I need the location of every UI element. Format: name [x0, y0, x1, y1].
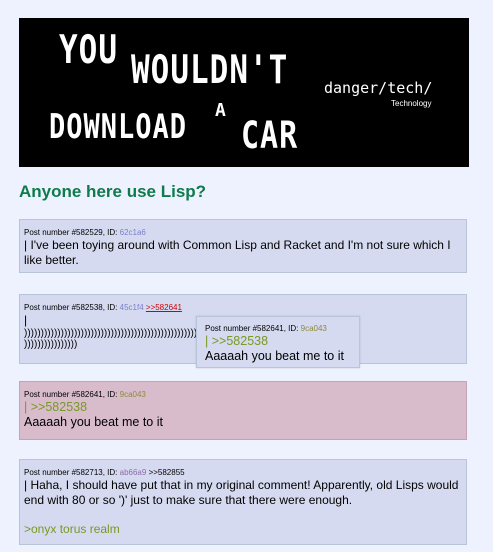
- banner-text-wouldnt: WOULDN'T: [131, 48, 289, 93]
- post-quote: | >>582538: [24, 400, 88, 414]
- quote-link[interactable]: >>582538: [212, 334, 268, 348]
- thread-title: Anyone here use Lisp?: [19, 182, 207, 201]
- post-meta: Post number #582713, ID: ab66a9 >>582855: [24, 468, 462, 478]
- post-number-label: Post number #582641, ID:: [205, 324, 301, 333]
- post-number-label: Post number #582713, ID:: [24, 468, 120, 477]
- post-body: | Haha, I should have put that in my ori…: [24, 478, 459, 507]
- board-subtitle: Technology: [391, 99, 432, 108]
- post: Post number #582529, ID: 62c1a6 | I've b…: [19, 219, 467, 273]
- board-banner: YOU WOULDN'T DOWNLOAD A CAR danger/tech/…: [19, 18, 469, 167]
- post-meta: Post number #582529, ID: 62c1a6: [24, 228, 462, 238]
- poster-id[interactable]: ab66a9: [120, 468, 147, 477]
- poster-id[interactable]: 9ca043: [301, 324, 327, 333]
- post-highlighted: Post number #582641, ID: 9ca043 | >>5825…: [19, 381, 467, 440]
- post-number-label: Post number #582538, ID:: [24, 303, 120, 312]
- post-body: Aaaaah you beat me to it: [24, 415, 163, 429]
- post-meta: Post number #582538, ID: 45c1f4 >>582641: [24, 303, 462, 313]
- poster-id[interactable]: 9ca043: [120, 390, 146, 399]
- post-number-label: Post number #582641, ID:: [24, 390, 120, 399]
- board-name: danger/tech/: [324, 79, 433, 97]
- post-meta: Post number #582641, ID: 9ca043: [24, 390, 462, 400]
- greentext: >onyx torus realm: [24, 522, 120, 536]
- post-body: | I've been toying around with Common Li…: [24, 238, 451, 267]
- hover-preview-popup: Post number #582641, ID: 9ca043 | >>5825…: [196, 316, 360, 368]
- reply-backlink[interactable]: >>582855: [149, 468, 185, 477]
- poster-id[interactable]: 45c1f4: [120, 303, 144, 312]
- banner-text-a: A: [215, 100, 227, 121]
- post-quote: | >>582538: [205, 334, 269, 348]
- post-meta: Post number #582641, ID: 9ca043: [205, 324, 351, 334]
- reply-backlink[interactable]: >>582641: [146, 303, 182, 312]
- post-number-label: Post number #582529, ID:: [24, 228, 120, 237]
- post-body: Aaaaah you beat me to it: [205, 349, 344, 363]
- banner-text-download: DOWNLOAD: [49, 108, 188, 147]
- quote-link[interactable]: >>582538: [31, 400, 87, 414]
- post: Post number #582713, ID: ab66a9 >>582855…: [19, 459, 467, 545]
- banner-text-car: CAR: [241, 114, 299, 158]
- banner-text-you: YOU: [59, 28, 118, 73]
- poster-id[interactable]: 62c1a6: [120, 228, 146, 237]
